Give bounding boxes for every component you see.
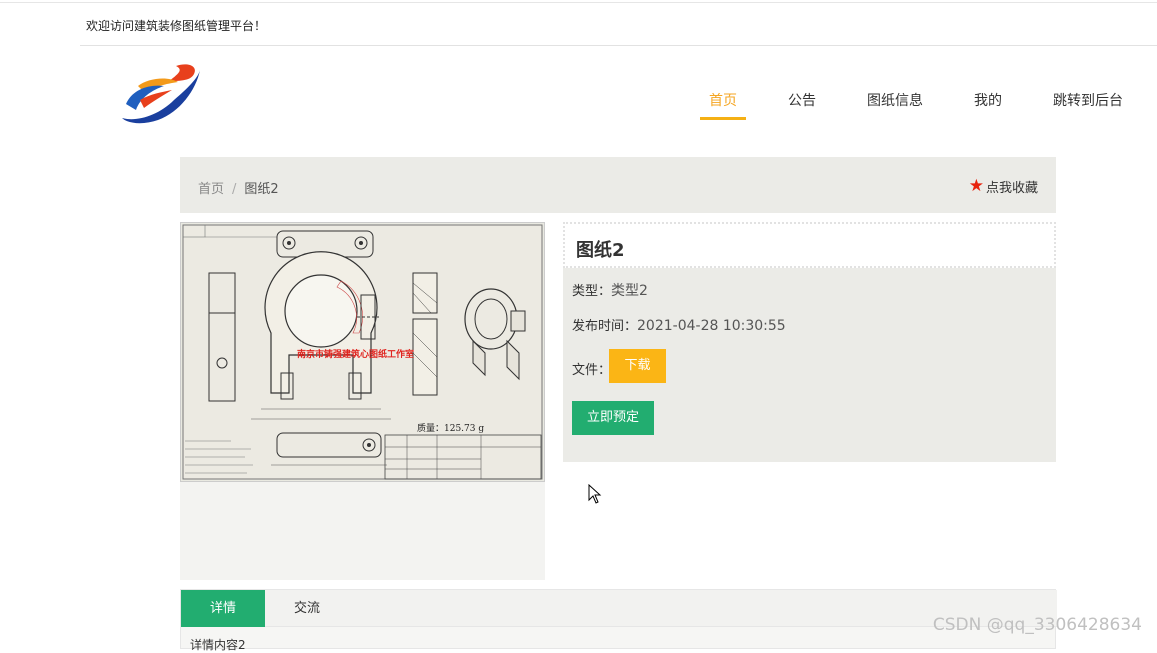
download-button[interactable]: 下载 [609, 349, 666, 383]
type-row: 类型：类型2 [572, 280, 648, 300]
tab-details[interactable]: 详情 [181, 590, 265, 627]
file-label: 文件： [572, 363, 612, 378]
breadcrumb-current: 图纸2 [244, 182, 279, 197]
tab-discussion[interactable]: 交流 [265, 590, 349, 627]
nav-home[interactable]: 首页 [700, 90, 746, 120]
breadcrumb-trail: 首页 / 图纸2 [198, 178, 279, 197]
nav-notice[interactable]: 公告 [779, 90, 825, 118]
favorite-button[interactable]: ★ 点我收藏 [968, 176, 1038, 197]
star-icon: ★ [968, 176, 984, 196]
drawing-image[interactable]: 南京市铸强建筑心图纸工作室 质量：125.73 g [180, 222, 545, 482]
drawing-image-panel: 南京市铸强建筑心图纸工作室 质量：125.73 g [180, 222, 545, 580]
header-divider [80, 45, 1157, 46]
date-row: 发布时间：2021-04-28 10:30:55 [572, 315, 786, 334]
mouse-cursor-icon [588, 484, 602, 504]
drawing-info-panel: 图纸2 类型：类型2 发布时间：2021-04-28 10:30:55 文件： … [563, 222, 1056, 462]
site-logo[interactable] [118, 60, 202, 126]
type-label: 类型： [572, 284, 612, 299]
top-divider [0, 2, 1157, 3]
tab-bar: 详情 交流 [181, 590, 1057, 627]
breadcrumb-home[interactable]: 首页 [198, 182, 224, 197]
book-now-button[interactable]: 立即预定 [572, 401, 654, 435]
detail-tabs: 详情 交流 详情内容2 [180, 589, 1057, 652]
welcome-text: 欢迎访问建筑装修图纸管理平台！ [86, 19, 267, 33]
nav-mine[interactable]: 我的 [965, 90, 1011, 118]
main-nav: 首页 公告 图纸信息 我的 跳转到后台 [667, 90, 1132, 120]
nav-admin[interactable]: 跳转到后台 [1044, 90, 1132, 118]
drawing-title: 图纸2 [576, 240, 625, 261]
type-value: 类型2 [611, 283, 648, 299]
breadcrumb-separator: / [232, 182, 237, 197]
favorite-label: 点我收藏 [985, 181, 1038, 196]
csdn-watermark: CSDN @qq_3306428634 [932, 615, 1142, 635]
drawing-mass: 质量：125.73 g [417, 424, 485, 434]
breadcrumb: 首页 / 图纸2 ★ 点我收藏 [180, 157, 1056, 213]
date-label: 发布时间： [572, 319, 638, 334]
nav-drawings[interactable]: 图纸信息 [858, 90, 932, 118]
drawing-watermark: 南京市铸强建筑心图纸工作室 [297, 350, 415, 360]
date-value: 2021-04-28 10:30:55 [637, 318, 786, 334]
title-box: 图纸2 [563, 222, 1056, 268]
